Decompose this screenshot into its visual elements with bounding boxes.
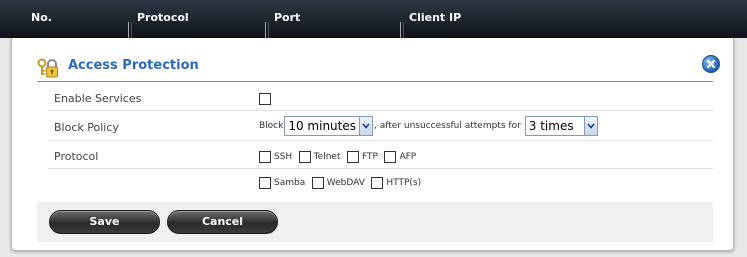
block-policy-row: Block Policy Block 10 minutes , after unsu… bbox=[48, 115, 713, 141]
afp-checkbox[interactable] bbox=[384, 151, 397, 163]
telnet-checkbox[interactable] bbox=[298, 151, 311, 163]
afp-label: AFP bbox=[399, 152, 417, 162]
protocol-row-2: Samba WebDAV HTTP(s) bbox=[48, 171, 713, 194]
column-header-client-ip[interactable]: Client IP bbox=[409, 0, 461, 38]
enable-services-row: Enable Services bbox=[48, 87, 713, 111]
column-header-protocol[interactable]: Protocol bbox=[137, 0, 189, 38]
table-header: No. Protocol Port Client IP bbox=[0, 0, 747, 38]
enable-services-label: Enable Services bbox=[54, 92, 142, 105]
ssh-checkbox[interactable] bbox=[259, 151, 271, 163]
lock-key-icon bbox=[37, 57, 58, 78]
ftp-checkbox[interactable] bbox=[346, 151, 359, 163]
cancel-button[interactable]: Cancel bbox=[167, 210, 278, 234]
block-duration-value: 10 minutes bbox=[288, 119, 357, 133]
ftp-label: FTP bbox=[361, 152, 378, 162]
chevron-down-icon[interactable] bbox=[359, 117, 373, 135]
block-duration-select[interactable]: 10 minutes bbox=[284, 116, 374, 136]
attempts-select[interactable]: 3 times bbox=[524, 116, 598, 136]
access-protection-dialog: Access Protection Enable Services Block … bbox=[11, 38, 734, 251]
https-checkbox[interactable] bbox=[371, 177, 384, 189]
samba-label: Samba bbox=[274, 178, 306, 188]
telnet-label: Telnet bbox=[313, 152, 341, 162]
column-divider[interactable] bbox=[128, 22, 132, 38]
column-header-no[interactable]: No. bbox=[31, 0, 52, 38]
webdav-checkbox[interactable] bbox=[311, 177, 324, 189]
column-divider[interactable] bbox=[400, 22, 404, 38]
column-divider[interactable] bbox=[265, 22, 269, 38]
button-bar: Save Cancel bbox=[37, 202, 713, 242]
save-button[interactable]: Save bbox=[49, 210, 160, 234]
column-header-port[interactable]: Port bbox=[274, 0, 300, 38]
dialog-title: Access Protection bbox=[68, 58, 199, 73]
samba-checkbox[interactable] bbox=[259, 177, 271, 189]
attempts-value: 3 times bbox=[528, 119, 574, 133]
title-divider bbox=[37, 81, 713, 82]
close-icon[interactable] bbox=[702, 55, 720, 73]
ssh-label: SSH bbox=[274, 152, 293, 162]
block-prefix-text: Block bbox=[259, 121, 284, 131]
enable-services-checkbox[interactable] bbox=[259, 93, 271, 105]
block-policy-label: Block Policy bbox=[54, 121, 119, 134]
protocol-label: Protocol bbox=[54, 150, 99, 163]
https-label: HTTP(s) bbox=[386, 178, 422, 188]
protocol-row: Protocol SSH Telnet FTP AFP bbox=[48, 145, 713, 169]
attempts-text: , after unsuccessful attempts for bbox=[374, 121, 521, 131]
webdav-label: WebDAV bbox=[326, 178, 365, 188]
chevron-down-icon[interactable] bbox=[583, 117, 597, 135]
